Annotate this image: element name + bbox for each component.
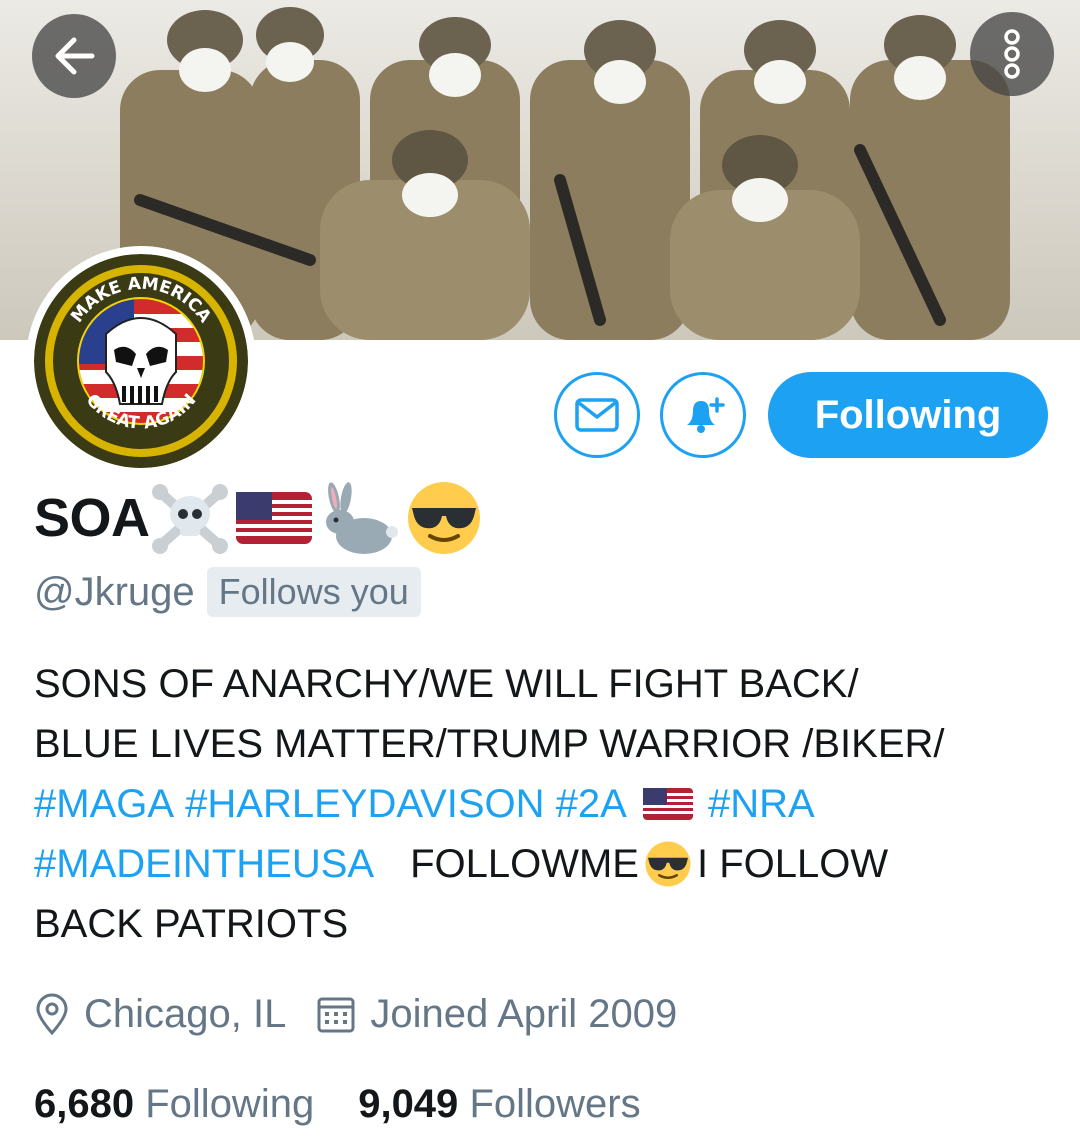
- display-name-row: SOA: [34, 478, 484, 558]
- following-button[interactable]: Following: [768, 372, 1048, 458]
- bio-line-2: BLUE LIVES MATTER/TRUMP WARRIOR /BIKER/: [34, 722, 945, 766]
- following-count-link[interactable]: 6,680 Following: [34, 1082, 314, 1127]
- profile-stats: 6,680 Following 9,049 Followers: [34, 1076, 685, 1132]
- arrow-left-icon: [55, 37, 95, 75]
- message-button[interactable]: [554, 372, 640, 458]
- hashtag-link[interactable]: #MAGA: [34, 774, 174, 834]
- profile-avatar[interactable]: MAKE AMERICA GREAT AGAIN: [26, 246, 256, 476]
- envelope-icon: [575, 398, 619, 432]
- following-count: 6,680: [34, 1081, 135, 1126]
- map-pin-icon: [36, 993, 68, 1035]
- skull-crossbones-icon: [151, 484, 228, 554]
- user-handle: @Jkruge: [34, 569, 195, 614]
- notifications-button[interactable]: [660, 372, 746, 458]
- back-button[interactable]: [32, 14, 116, 98]
- bio-text: FOLLOWME: [410, 842, 639, 886]
- sunglasses-face-icon: [645, 841, 691, 887]
- bell-plus-icon: [687, 397, 725, 433]
- followers-count: 9,049: [358, 1081, 459, 1126]
- bio-line-3: #MAGA #HARLEYDAVISON #2A #NRA: [34, 774, 1054, 834]
- followers-count-link[interactable]: 9,049 Followers: [358, 1082, 640, 1127]
- rabbit-icon: [325, 482, 398, 554]
- following-label: Following: [145, 1081, 315, 1126]
- handle-row: @Jkruge Follows you: [34, 566, 421, 618]
- join-date-text: Joined April 2009: [370, 991, 678, 1036]
- bio-line-5: BACK PATRIOTS: [34, 902, 349, 946]
- followers-label: Followers: [469, 1081, 641, 1126]
- hashtag-link[interactable]: #2A: [556, 774, 627, 834]
- location-text: Chicago, IL: [84, 991, 287, 1036]
- bio-line-4: #MADEINTHEUSA FOLLOWME I FOLLOW: [34, 834, 1054, 894]
- display-name: SOA: [34, 488, 150, 548]
- us-flag-icon: [642, 788, 693, 820]
- bio-line-1: SONS OF ANARCHY/WE WILL FIGHT BACK/: [34, 662, 859, 706]
- follows-you-badge: Follows you: [206, 567, 421, 617]
- more-options-button[interactable]: [970, 12, 1054, 96]
- profile-meta: Chicago, IL Joined April 2009: [34, 986, 707, 1042]
- us-flag-icon: [235, 492, 312, 544]
- sunglasses-face-icon: [407, 482, 480, 554]
- calendar-icon: [317, 997, 355, 1033]
- bio-text: I FOLLOW: [696, 842, 889, 886]
- hashtag-link[interactable]: #NRA: [708, 774, 815, 834]
- join-date: Joined April 2009: [316, 992, 677, 1037]
- location: Chicago, IL: [34, 992, 286, 1037]
- profile-bio: SONS OF ANARCHY/WE WILL FIGHT BACK/ BLUE…: [34, 654, 1054, 954]
- maga-punisher-logo: MAKE AMERICA GREAT AGAIN: [34, 254, 248, 468]
- hashtag-link[interactable]: #MADEINTHEUSA: [34, 834, 374, 894]
- more-vertical-icon: [1004, 29, 1020, 79]
- hashtag-link[interactable]: #HARLEYDAVISON: [185, 774, 544, 834]
